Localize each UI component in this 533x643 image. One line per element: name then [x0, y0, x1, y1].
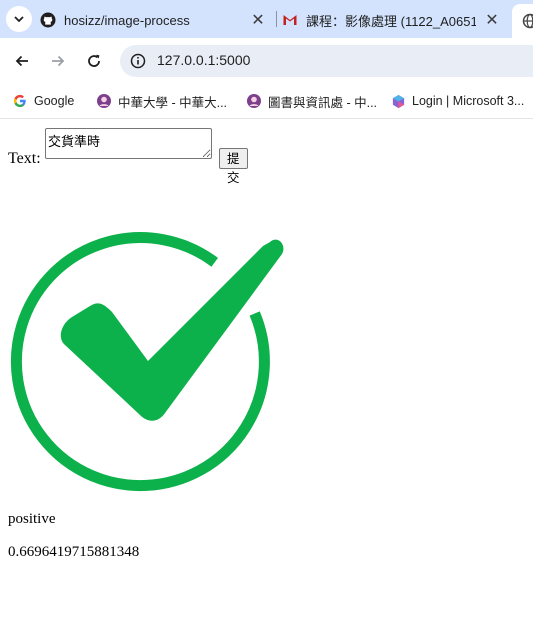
- result-image: [8, 190, 306, 494]
- bookmark-label: Google: [34, 94, 75, 108]
- bookmark-label: 中華大學 - 中華大...: [118, 95, 228, 110]
- microsoft-icon: [390, 93, 406, 109]
- chu-icon: [96, 93, 112, 109]
- info-icon[interactable]: [128, 51, 148, 71]
- bookmark-chu[interactable]: 中華大學 - 中華大...: [96, 92, 227, 110]
- bookmark-label: Login | Microsoft 3...: [412, 94, 525, 108]
- arrow-left-icon: [15, 55, 28, 67]
- green-checkmark-icon: [8, 190, 306, 494]
- bookmarks-bar: Google 中華大學 - 中華大... 圖書與資訊處 - 中... Login…: [0, 84, 533, 119]
- github-icon: [40, 12, 56, 28]
- gmail-icon: [282, 12, 298, 28]
- tab-course[interactable]: 課程：影像處理 (1122_A06512 ✕: [282, 4, 506, 36]
- tab-divider: [276, 11, 277, 27]
- sentiment-label: positive: [8, 511, 56, 527]
- google-icon: [12, 93, 28, 109]
- globe-icon: [522, 13, 533, 29]
- tab-search-button[interactable]: [6, 6, 32, 32]
- tab-active[interactable]: [512, 4, 533, 38]
- browser-toolbar: 127.0.0.1:5000: [0, 38, 533, 84]
- chu-icon: [246, 93, 262, 109]
- text-input[interactable]: 交貨準時: [45, 128, 212, 159]
- bookmark-microsoft[interactable]: Login | Microsoft 3...: [390, 92, 524, 110]
- reload-button[interactable]: [80, 47, 108, 75]
- tab-github[interactable]: hosizz/image-process ✕: [40, 4, 272, 36]
- arrow-right-icon: [52, 55, 65, 67]
- tab-title: 課程：影像處理 (1122_A06512: [306, 13, 476, 29]
- chevron-down-icon: [14, 16, 24, 23]
- bookmark-library[interactable]: 圖書與資訊處 - 中...: [246, 92, 377, 110]
- page-content: Text: 交貨準時 提交 positive 0.669641971588134…: [0, 119, 533, 643]
- back-button[interactable]: [8, 47, 36, 75]
- bookmark-label: 圖書與資訊處 - 中...: [268, 95, 378, 110]
- tab-strip: hosizz/image-process ✕ 課程：影像處理 (1122_A06…: [0, 0, 533, 38]
- address-bar[interactable]: 127.0.0.1:5000: [120, 45, 533, 77]
- forward-button[interactable]: [44, 47, 72, 75]
- url-text: 127.0.0.1:5000: [157, 52, 251, 68]
- sentiment-score: 0.6696419715881348: [8, 544, 140, 560]
- text-label: Text:: [8, 150, 41, 167]
- bookmark-google[interactable]: Google: [12, 92, 74, 110]
- close-icon[interactable]: ✕: [484, 12, 500, 29]
- reload-icon: [88, 54, 100, 67]
- submit-button[interactable]: 提交: [219, 148, 248, 185]
- close-icon[interactable]: ✕: [250, 12, 266, 29]
- tab-title: hosizz/image-process: [64, 12, 190, 28]
